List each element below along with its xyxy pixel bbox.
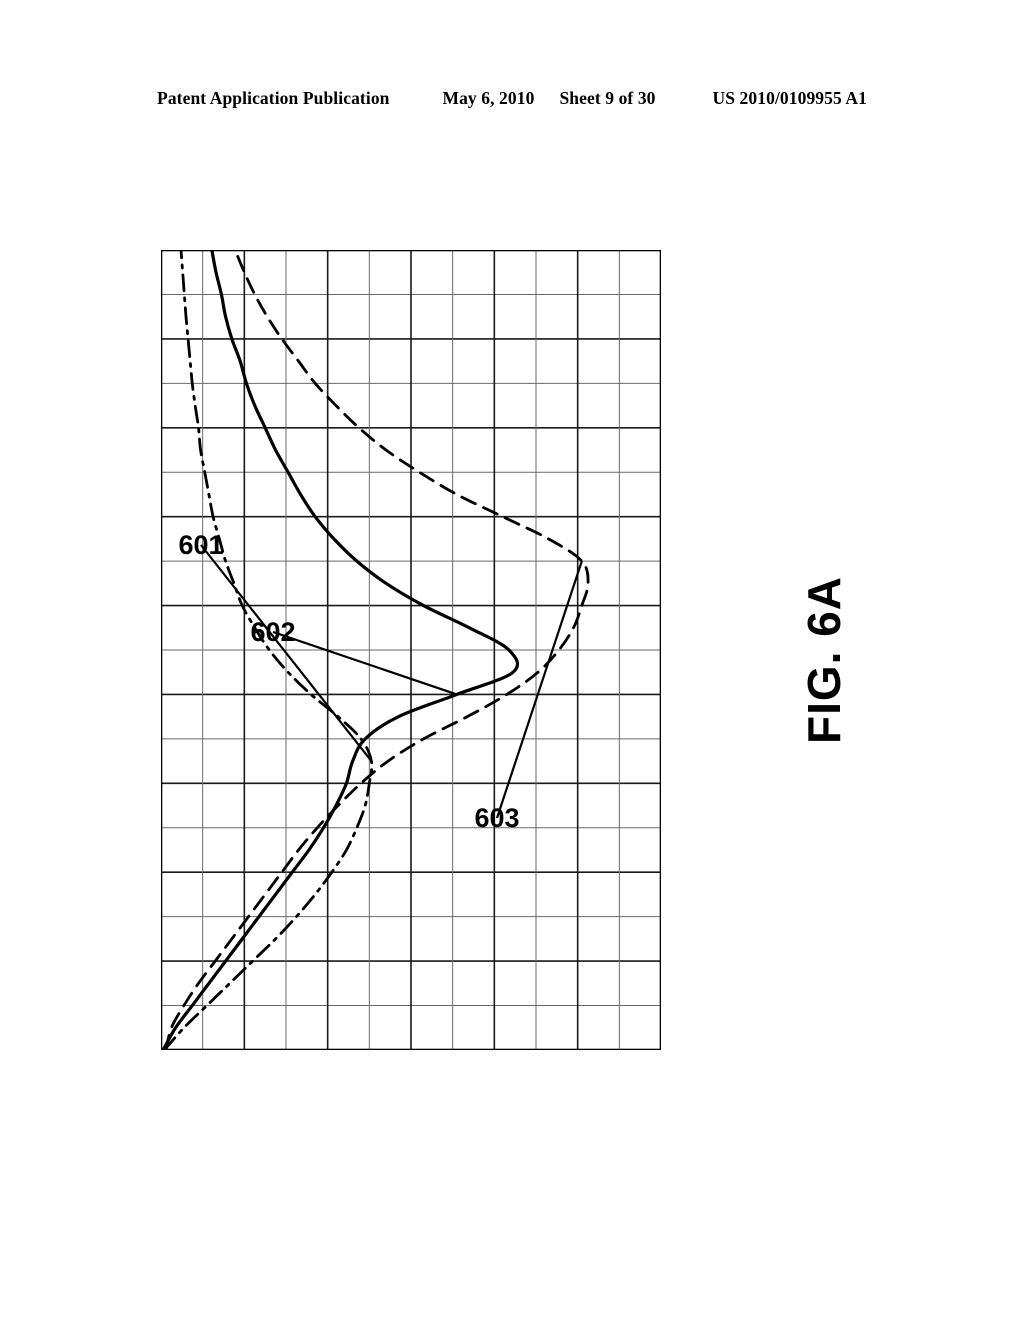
chart-axis-titles: Frequency (GHz)Return Loss (dB) bbox=[324, 629, 661, 1050]
leader-line-603 bbox=[495, 560, 583, 819]
reference-numeral-601: 601 bbox=[178, 530, 223, 560]
figure-6a: 601602603 0.70.80.911.11.21.31.41.51.61.… bbox=[0, 0, 1024, 1320]
reference-numeral-602: 602 bbox=[250, 617, 295, 647]
figure-caption: FIG. 6A bbox=[798, 575, 850, 745]
return-loss-plot: 601602603 0.70.80.911.11.21.31.41.51.61.… bbox=[161, 250, 661, 1050]
chart-gridlines bbox=[161, 250, 661, 1050]
chart-reference-numerals: 601 602 603 bbox=[178, 530, 583, 833]
chart-svg: 601602603 0.70.80.911.11.21.31.41.51.61.… bbox=[161, 250, 661, 1050]
reference-numeral-603: 603 bbox=[474, 803, 519, 833]
